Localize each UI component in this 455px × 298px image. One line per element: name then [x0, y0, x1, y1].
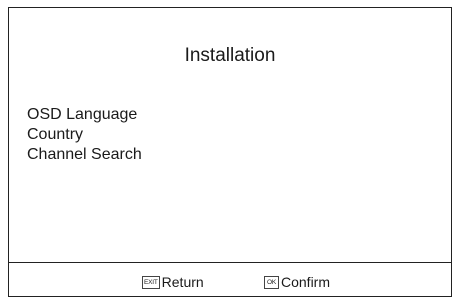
- return-label: Return: [161, 274, 204, 290]
- confirm-hint[interactable]: OK Confirm: [264, 273, 330, 291]
- menu-item-country[interactable]: Country: [27, 125, 142, 145]
- installation-screen: Installation OSD Language Country Channe…: [8, 7, 452, 297]
- footer-hint-bar: EXIT Return OK Confirm: [9, 263, 451, 296]
- menu-item-channel-search[interactable]: Channel Search: [27, 145, 142, 165]
- exit-key-icon: EXIT: [142, 275, 160, 289]
- page-title: Installation: [184, 45, 276, 66]
- confirm-label: Confirm: [281, 274, 331, 290]
- installation-menu: OSD Language Country Channel Search: [27, 105, 142, 165]
- return-hint[interactable]: EXIT Return: [142, 273, 204, 291]
- ok-key-icon: OK: [264, 275, 279, 289]
- menu-item-osd-language[interactable]: OSD Language: [27, 105, 142, 125]
